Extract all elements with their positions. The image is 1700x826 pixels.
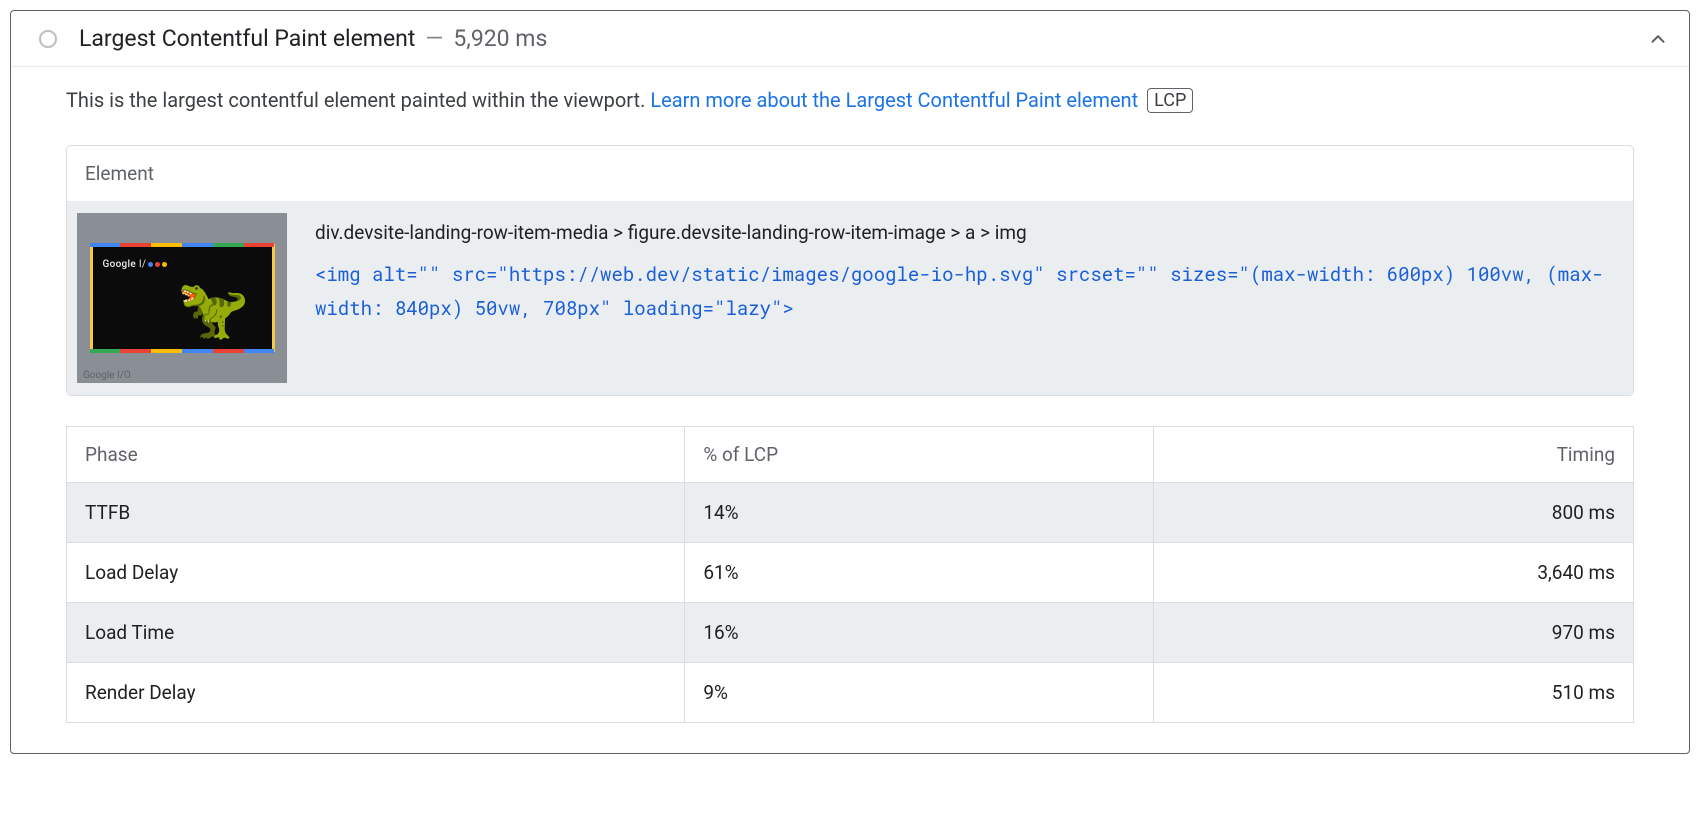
table-row: TTFB 14% 800 ms <box>67 483 1634 543</box>
audit-body: This is the largest contentful element p… <box>11 67 1689 753</box>
thumbnail-caption: Google I/O <box>83 370 131 381</box>
phase-pct: 9% <box>685 663 1153 723</box>
element-selector: div.devsite-landing-row-item-media > fig… <box>315 219 1605 248</box>
phase-pct: 14% <box>685 483 1153 543</box>
col-timing: Timing <box>1153 427 1633 483</box>
chevron-up-icon[interactable] <box>1647 28 1669 50</box>
phase-timing: 800 ms <box>1153 483 1633 543</box>
phase-timing: 3,640 ms <box>1153 543 1633 603</box>
element-card: Element Google I/ 🦖 Google I/O div.devsi… <box>66 145 1634 396</box>
audit-title: Largest Contentful Paint element <box>79 25 415 52</box>
table-row: Load Delay 61% 3,640 ms <box>67 543 1634 603</box>
audit-header[interactable]: Largest Contentful Paint element — 5,920… <box>11 11 1689 67</box>
table-row: Render Delay 9% 510 ms <box>67 663 1634 723</box>
audit-timing: 5,920 ms <box>453 25 547 52</box>
thumbnail-image: Google I/ 🦖 <box>90 244 275 352</box>
element-section-label: Element <box>67 146 1633 201</box>
learn-more-link[interactable]: Learn more about the Largest Contentful … <box>650 88 1138 112</box>
phase-name: TTFB <box>67 483 685 543</box>
audit-panel: Largest Contentful Paint element — 5,920… <box>10 10 1690 754</box>
phase-timing: 970 ms <box>1153 603 1633 663</box>
phase-pct: 61% <box>685 543 1153 603</box>
table-header-row: Phase % of LCP Timing <box>67 427 1634 483</box>
element-row: Google I/ 🦖 Google I/O div.devsite-landi… <box>67 201 1633 395</box>
col-phase: Phase <box>67 427 685 483</box>
phase-name: Load Delay <box>67 543 685 603</box>
element-thumbnail: Google I/ 🦖 Google I/O <box>77 213 287 383</box>
status-neutral-icon <box>39 30 57 48</box>
audit-description: This is the largest contentful element p… <box>66 85 1634 115</box>
phases-table: Phase % of LCP Timing TTFB 14% 800 ms Lo… <box>66 426 1634 723</box>
table-row: Load Time 16% 970 ms <box>67 603 1634 663</box>
phase-pct: 16% <box>685 603 1153 663</box>
element-snippet: <img alt="" src="https://web.dev/static/… <box>315 258 1605 326</box>
description-text: This is the largest contentful element p… <box>66 88 650 112</box>
separator: — <box>425 25 443 52</box>
phase-name: Render Delay <box>67 663 685 723</box>
dino-icon: 🦖 <box>177 281 249 339</box>
phase-name: Load Time <box>67 603 685 663</box>
phase-timing: 510 ms <box>1153 663 1633 723</box>
lcp-badge: LCP <box>1147 88 1193 113</box>
col-pct: % of LCP <box>685 427 1153 483</box>
